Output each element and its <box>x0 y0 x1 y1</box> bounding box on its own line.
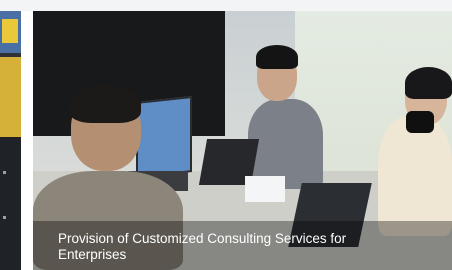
photo-paper <box>245 176 285 202</box>
photo-person-hair <box>405 67 452 99</box>
photo-person-hair <box>69 85 141 123</box>
previous-slide-mark <box>3 171 6 174</box>
previous-slide-logo <box>0 11 21 53</box>
previous-slide-image-lower <box>0 137 21 270</box>
slide-caption: Provision of Customized Consulting Servi… <box>58 231 347 262</box>
photo-laptop <box>136 96 192 178</box>
photo-person-hair <box>256 45 298 69</box>
page-top-strip <box>0 0 452 11</box>
previous-slide[interactable] <box>0 11 21 270</box>
previous-slide-image <box>0 57 21 137</box>
photo-person <box>378 116 452 236</box>
slide-caption-overlay: Provision of Customized Consulting Servi… <box>33 221 452 270</box>
previous-slide-mark <box>3 216 6 219</box>
photo-face-mask <box>406 111 434 133</box>
